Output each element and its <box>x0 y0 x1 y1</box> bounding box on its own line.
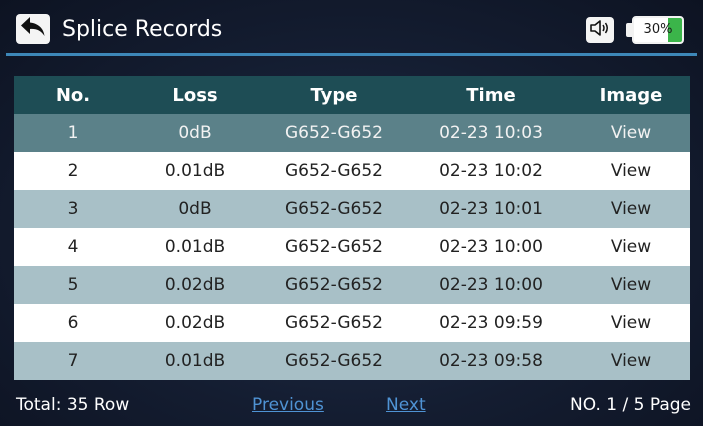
record-number-cell: 1 <box>14 114 132 152</box>
time-cell: 02-23 10:00 <box>410 228 572 266</box>
record-number-cell: 5 <box>14 266 132 304</box>
speaker-icon <box>589 18 611 42</box>
loss-cell: 0dB <box>132 190 258 228</box>
records-table-body: 1 0dB G652-G652 02-23 10:03 View 2 0.01dB G652-… <box>14 114 690 380</box>
loss-cell: 0dB <box>132 114 258 152</box>
column-header-loss: Loss <box>132 76 258 114</box>
title-bar: Splice Records 30% <box>6 4 697 56</box>
fiber-type-cell: G652-G652 <box>258 152 410 190</box>
fiber-type-cell: G652-G652 <box>258 266 410 304</box>
column-header-time: Time <box>410 76 572 114</box>
time-cell: 02-23 10:03 <box>410 114 572 152</box>
battery-indicator: 30% <box>632 16 684 44</box>
time-cell: 02-23 09:59 <box>410 304 572 342</box>
table-row[interactable]: 6 0.02dB G652-G652 02-23 09:59 View <box>14 304 690 342</box>
view-image-link[interactable]: View <box>572 266 690 304</box>
fiber-type-cell: G652-G652 <box>258 342 410 380</box>
column-header-type: Type <box>258 76 410 114</box>
time-cell: 02-23 09:58 <box>410 342 572 380</box>
page-indicator: NO. 1 / 5 Page <box>570 395 691 415</box>
fiber-type-cell: G652-G652 <box>258 114 410 152</box>
fiber-type-cell: G652-G652 <box>258 304 410 342</box>
column-header-image: Image <box>572 76 690 114</box>
loss-cell: 0.01dB <box>132 342 258 380</box>
time-cell: 02-23 10:02 <box>410 152 572 190</box>
record-number-cell: 6 <box>14 304 132 342</box>
view-image-link[interactable]: View <box>572 228 690 266</box>
fiber-type-cell: G652-G652 <box>258 228 410 266</box>
total-rows-label: Total: 35 Row <box>16 395 130 415</box>
record-number-cell: 7 <box>14 342 132 380</box>
table-header-row: No. Loss Type Time Image <box>14 76 690 114</box>
record-number-cell: 3 <box>14 190 132 228</box>
splice-records-screen: Splice Records 30% No. Loss Type Time Im… <box>0 0 703 426</box>
fiber-type-cell: G652-G652 <box>258 190 410 228</box>
table-row[interactable]: 5 0.02dB G652-G652 02-23 10:00 View <box>14 266 690 304</box>
table-row[interactable]: 3 0dB G652-G652 02-23 10:01 View <box>14 190 690 228</box>
table-row[interactable]: 7 0.01dB G652-G652 02-23 09:58 View <box>14 342 690 380</box>
table-row[interactable]: 4 0.01dB G652-G652 02-23 10:00 View <box>14 228 690 266</box>
table-row[interactable]: 1 0dB G652-G652 02-23 10:03 View <box>14 114 690 152</box>
time-cell: 02-23 10:00 <box>410 266 572 304</box>
table-row[interactable]: 2 0.01dB G652-G652 02-23 10:02 View <box>14 152 690 190</box>
back-button[interactable] <box>16 14 50 44</box>
view-image-link[interactable]: View <box>572 342 690 380</box>
battery-percent: 30% <box>643 22 673 37</box>
loss-cell: 0.01dB <box>132 152 258 190</box>
arrow-back-icon <box>20 16 46 42</box>
view-image-link[interactable]: View <box>572 190 690 228</box>
record-number-cell: 2 <box>14 152 132 190</box>
loss-cell: 0.02dB <box>132 266 258 304</box>
records-table: No. Loss Type Time Image 1 0dB G652-G652 02… <box>14 76 690 380</box>
next-page-link[interactable]: Next <box>386 394 426 416</box>
sound-button[interactable] <box>586 17 614 43</box>
view-image-link[interactable]: View <box>572 114 690 152</box>
record-number-cell: 4 <box>14 228 132 266</box>
view-image-link[interactable]: View <box>572 304 690 342</box>
loss-cell: 0.02dB <box>132 304 258 342</box>
column-header-no: No. <box>14 76 132 114</box>
loss-cell: 0.01dB <box>132 228 258 266</box>
page-title: Splice Records <box>62 17 223 42</box>
time-cell: 02-23 10:01 <box>410 190 572 228</box>
previous-page-link[interactable]: Previous <box>252 394 324 416</box>
view-image-link[interactable]: View <box>572 152 690 190</box>
